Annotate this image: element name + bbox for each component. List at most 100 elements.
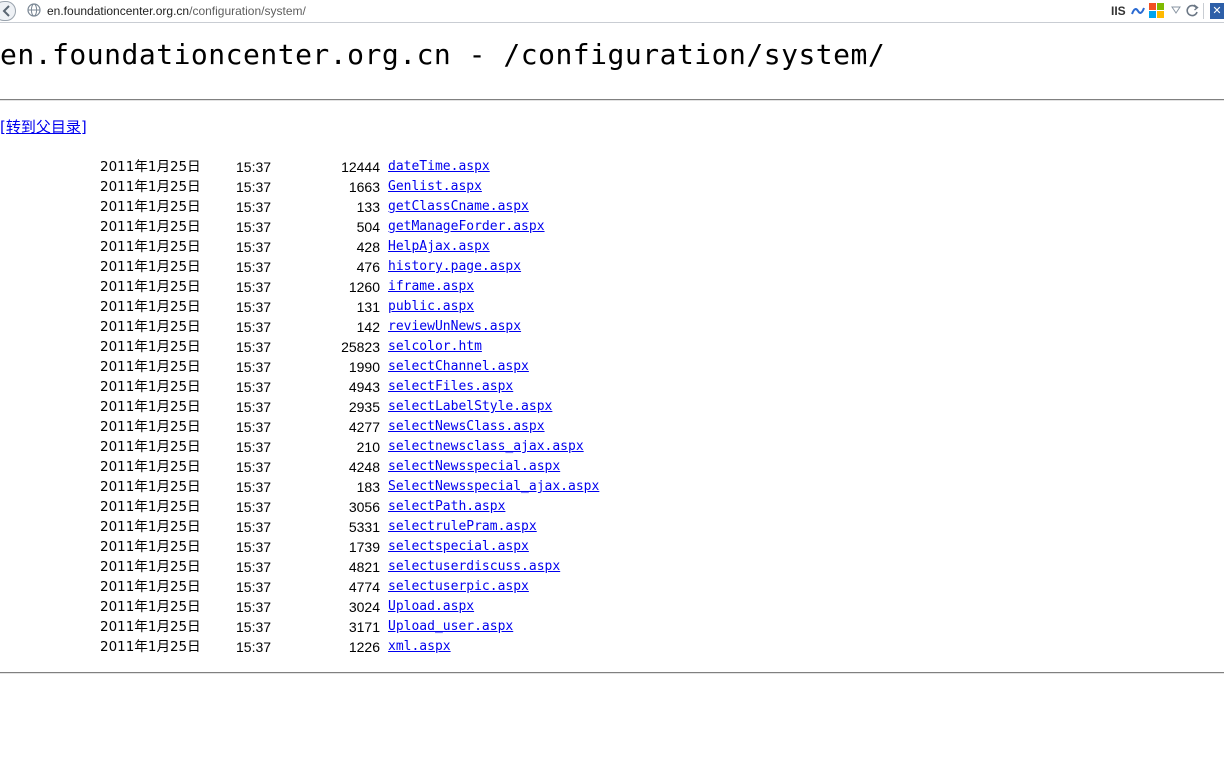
file-date: 2011年1月25日 [100, 539, 201, 555]
file-size: 131 [356, 299, 380, 315]
file-row: 2011年1月25日 15:37 4774 selectuserpic.aspx [0, 577, 700, 597]
file-link[interactable]: selectPath.aspx [388, 497, 505, 517]
parent-directory-link[interactable]: [转到父目录] [0, 116, 87, 137]
file-date: 2011年1月25日 [100, 459, 201, 475]
file-link[interactable]: selectnewsclass_ajax.aspx [388, 437, 584, 457]
file-size: 183 [356, 479, 380, 495]
file-link[interactable]: Upload_user.aspx [388, 617, 513, 637]
refresh-icon[interactable] [1186, 4, 1199, 17]
back-button[interactable] [0, 1, 16, 21]
file-date: 2011年1月25日 [100, 619, 201, 635]
file-link[interactable]: dateTime.aspx [388, 157, 490, 177]
file-row: 2011年1月25日 15:37 504 getManageForder.aspx [0, 217, 700, 237]
file-time: 15:37 [236, 239, 272, 255]
file-time: 15:37 [236, 579, 272, 595]
file-date: 2011年1月25日 [100, 239, 201, 255]
file-date: 2011年1月25日 [100, 479, 201, 495]
file-link[interactable]: reviewUnNews.aspx [388, 317, 521, 337]
file-row: 2011年1月25日 15:37 4248 selectNewsspecial.asp… [0, 457, 700, 477]
file-time: 15:37 [236, 619, 272, 635]
file-row: 2011年1月25日 15:37 1226 xml.aspx [0, 637, 700, 657]
file-time: 15:37 [236, 159, 272, 175]
file-link[interactable]: Upload.aspx [388, 597, 474, 617]
close-tab-icon[interactable]: ✕ [1210, 3, 1224, 19]
file-link[interactable]: selectrulePram.aspx [388, 517, 537, 537]
file-size: 1226 [348, 639, 380, 655]
file-link[interactable]: selectuserpic.aspx [388, 577, 529, 597]
page-title: en.foundationcenter.org.cn - /configurat… [0, 38, 886, 71]
file-link[interactable]: SelectNewsspecial_ajax.aspx [388, 477, 599, 497]
file-size: 3056 [348, 499, 380, 515]
file-size: 133 [356, 199, 380, 215]
file-time: 15:37 [236, 519, 272, 535]
file-link[interactable]: xml.aspx [388, 637, 451, 657]
file-row: 2011年1月25日 15:37 4943 selectFiles.aspx [0, 377, 700, 397]
windows-logo-icon[interactable] [1149, 3, 1165, 19]
file-size: 4943 [348, 379, 380, 395]
file-size: 4821 [348, 559, 380, 575]
file-time: 15:37 [236, 539, 272, 555]
url-field[interactable]: en.foundationcenter.org.cn/configuration… [47, 4, 306, 18]
url-path: /configuration/system/ [189, 4, 306, 18]
file-link[interactable]: HelpAjax.aspx [388, 237, 490, 257]
file-date: 2011年1月25日 [100, 359, 201, 375]
file-link[interactable]: selectChannel.aspx [388, 357, 529, 377]
file-size: 3171 [348, 619, 380, 635]
address-bar: en.foundationcenter.org.cn/configuration… [0, 0, 1224, 23]
url-host: en.foundationcenter.org.cn [47, 4, 190, 18]
file-size: 5331 [348, 519, 380, 535]
file-size: 1990 [348, 359, 380, 375]
file-time: 15:37 [236, 599, 272, 615]
file-time: 15:37 [236, 379, 272, 395]
dropdown-triangle-icon[interactable] [1171, 6, 1181, 14]
file-size: 476 [356, 259, 380, 275]
file-link[interactable]: selectuserdiscuss.aspx [388, 557, 560, 577]
file-time: 15:37 [236, 339, 272, 355]
file-size: 4774 [348, 579, 380, 595]
file-row: 2011年1月25日 15:37 133 getClassCname.aspx [0, 197, 700, 217]
file-time: 15:37 [236, 639, 272, 655]
file-time: 15:37 [236, 559, 272, 575]
file-size: 1739 [348, 539, 380, 555]
file-link[interactable]: Genlist.aspx [388, 177, 482, 197]
compatibility-wave-icon[interactable] [1131, 5, 1145, 17]
file-link[interactable]: selcolor.htm [388, 337, 482, 357]
file-date: 2011年1月25日 [100, 639, 201, 655]
file-time: 15:37 [236, 219, 272, 235]
file-time: 15:37 [236, 199, 272, 215]
file-link[interactable]: selectspecial.aspx [388, 537, 529, 557]
top-divider [0, 99, 1224, 101]
file-link[interactable]: history.page.aspx [388, 257, 521, 277]
file-time: 15:37 [236, 179, 272, 195]
file-link[interactable]: getManageForder.aspx [388, 217, 545, 237]
file-link[interactable]: selectLabelStyle.aspx [388, 397, 552, 417]
file-time: 15:37 [236, 459, 272, 475]
file-size: 4277 [348, 419, 380, 435]
file-size: 210 [356, 439, 380, 455]
file-size: 1663 [348, 179, 380, 195]
file-date: 2011年1月25日 [100, 299, 201, 315]
file-row: 2011年1月25日 15:37 1663 Genlist.aspx [0, 177, 700, 197]
iis-label: IIS [1111, 4, 1126, 18]
file-link[interactable]: iframe.aspx [388, 277, 474, 297]
bottom-divider [0, 672, 1224, 674]
file-date: 2011年1月25日 [100, 199, 201, 215]
file-date: 2011年1月25日 [100, 559, 201, 575]
file-time: 15:37 [236, 319, 272, 335]
file-date: 2011年1月25日 [100, 339, 201, 355]
file-size: 1260 [348, 279, 380, 295]
file-time: 15:37 [236, 419, 272, 435]
file-link[interactable]: public.aspx [388, 297, 474, 317]
file-row: 2011年1月25日 15:37 2935 selectLabelStyle.aspx [0, 397, 700, 417]
file-link[interactable]: selectNewsspecial.aspx [388, 457, 560, 477]
file-row: 2011年1月25日 15:37 210 selectnewsclass_ajax.a… [0, 437, 700, 457]
file-link[interactable]: selectFiles.aspx [388, 377, 513, 397]
file-date: 2011年1月25日 [100, 219, 201, 235]
file-time: 15:37 [236, 479, 272, 495]
file-date: 2011年1月25日 [100, 519, 201, 535]
file-date: 2011年1月25日 [100, 439, 201, 455]
file-link[interactable]: getClassCname.aspx [388, 197, 529, 217]
file-date: 2011年1月25日 [100, 259, 201, 275]
file-link[interactable]: selectNewsClass.aspx [388, 417, 545, 437]
file-size: 142 [356, 319, 380, 335]
